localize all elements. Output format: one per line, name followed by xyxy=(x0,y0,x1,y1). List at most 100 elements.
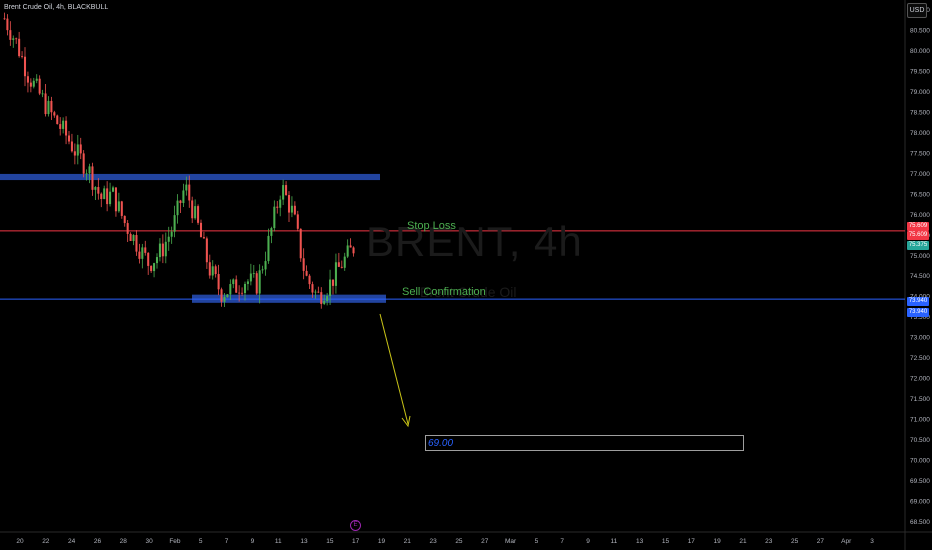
stop-loss-price-tag-2: 75.609 xyxy=(907,231,929,240)
x-tick-label: 5 xyxy=(199,538,203,545)
candle-body xyxy=(70,141,73,152)
resistance-zone[interactable] xyxy=(0,173,380,181)
candle-body xyxy=(15,38,18,40)
candle-body xyxy=(267,235,270,262)
event-marker-icon[interactable]: E xyxy=(350,520,361,531)
x-tick-label: 19 xyxy=(714,538,722,545)
candle-body xyxy=(97,187,100,194)
candle-body xyxy=(352,247,355,254)
y-tick-label: 79.500 xyxy=(910,69,930,76)
candle-body xyxy=(79,144,82,154)
candle-body xyxy=(340,266,343,268)
candle-body xyxy=(76,144,79,156)
candle-body xyxy=(326,296,329,301)
y-tick-label: 74.500 xyxy=(910,273,930,280)
x-tick-label: 11 xyxy=(275,538,282,545)
symbol-watermark: BRENT, 4h xyxy=(366,218,583,265)
candle-body xyxy=(32,80,35,87)
candle-body xyxy=(173,215,176,232)
currency-selector[interactable]: USD xyxy=(907,3,927,18)
y-tick-label: 80.000 xyxy=(910,48,930,55)
candle-body xyxy=(290,205,293,213)
x-tick-label: Mar xyxy=(505,538,517,545)
candle-body xyxy=(308,275,311,285)
candle-body xyxy=(126,223,129,234)
candle-body xyxy=(59,124,62,129)
candle-body xyxy=(229,284,232,295)
candle-body xyxy=(238,292,241,294)
candle-body xyxy=(9,30,12,40)
candle-body xyxy=(208,262,211,276)
x-tick-label: 9 xyxy=(251,538,255,545)
candle-body xyxy=(158,243,161,258)
y-tick-label: 78.000 xyxy=(910,130,930,137)
x-tick-label: 7 xyxy=(225,538,229,545)
candle-body xyxy=(293,205,296,215)
sell-confirmation-price-tag-2: 73.940 xyxy=(907,308,929,317)
candle-body xyxy=(287,195,291,213)
candle-body xyxy=(44,93,47,115)
y-tick-label: 71.000 xyxy=(910,416,930,423)
y-tick-label: 68.500 xyxy=(910,519,930,526)
candle-body xyxy=(323,300,326,305)
candle-body xyxy=(18,38,21,57)
x-tick-label: Feb xyxy=(169,538,181,545)
candle-body xyxy=(23,56,27,77)
candle-body xyxy=(62,120,65,129)
target-price-box[interactable]: 69.00 xyxy=(425,435,744,451)
stop-loss-label[interactable]: Stop Loss xyxy=(407,220,456,232)
sell-confirmation-label[interactable]: Sell Confirmation xyxy=(402,286,486,298)
candle-body xyxy=(279,199,282,208)
y-tick-label: 77.000 xyxy=(910,171,930,178)
candle-body xyxy=(35,78,38,81)
candle-body xyxy=(103,188,106,200)
chart-title[interactable]: Brent Crude Oil, 4h, BLACKBULL xyxy=(4,4,108,11)
x-tick-label: 30 xyxy=(145,538,153,545)
candle-body xyxy=(12,38,15,40)
candle-body xyxy=(179,200,182,204)
candle-body xyxy=(217,274,220,290)
x-tick-label: 17 xyxy=(352,538,360,545)
price-chart[interactable]: 81.00080.50080.00079.50079.00078.50078.0… xyxy=(0,0,932,550)
x-tick-label: 13 xyxy=(636,538,644,545)
candle-body xyxy=(246,281,249,284)
y-tick-label: 72.000 xyxy=(910,376,930,383)
x-tick-label: 23 xyxy=(765,538,773,545)
x-tick-label: 20 xyxy=(16,538,24,545)
candle-body xyxy=(258,270,261,294)
x-tick-label: 27 xyxy=(817,538,825,545)
candle-body xyxy=(150,265,153,272)
candle-body xyxy=(176,200,179,216)
candle-body xyxy=(144,247,147,253)
candle-body xyxy=(109,191,112,205)
candle-body xyxy=(205,238,208,263)
candle-body xyxy=(85,173,88,175)
y-tick-label: 79.000 xyxy=(910,89,930,96)
candle-body xyxy=(50,100,53,113)
x-tick-label: 28 xyxy=(120,538,128,545)
candle-body xyxy=(270,228,273,236)
y-tick-label: 70.500 xyxy=(910,437,930,444)
candle-body xyxy=(285,185,288,196)
y-tick-label: 70.000 xyxy=(910,457,930,464)
x-tick-label: Apr xyxy=(841,538,852,545)
candle-body xyxy=(88,166,91,174)
candle-body xyxy=(111,187,115,192)
candle-body xyxy=(91,166,94,190)
candle-body xyxy=(47,100,50,115)
candle-body xyxy=(232,279,235,285)
candle-body xyxy=(302,258,305,271)
candle-body xyxy=(346,245,349,257)
candle-body xyxy=(153,263,156,272)
x-tick-label: 5 xyxy=(535,538,539,545)
y-tick-label: 75.000 xyxy=(910,253,930,260)
current-price-tag: 75.375 xyxy=(907,241,929,250)
candle-body xyxy=(29,82,32,87)
candle-body xyxy=(138,251,141,259)
candle-body xyxy=(194,206,197,219)
candle-body xyxy=(6,18,9,31)
x-tick-label: 25 xyxy=(791,538,799,545)
candle-body xyxy=(296,214,299,229)
candle-body xyxy=(56,115,59,125)
candle-body xyxy=(249,273,252,282)
